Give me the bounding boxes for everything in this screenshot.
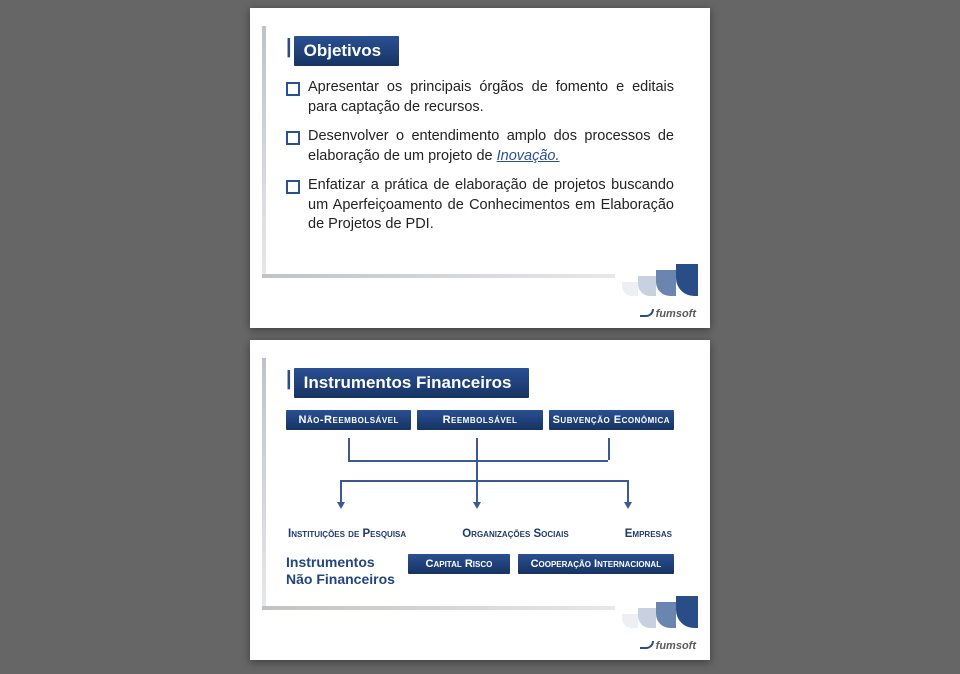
slide-title: Instrumentos Financeiros [294, 368, 530, 398]
category-row: Não-Reembolsável Reembolsável Subvenção … [286, 410, 674, 430]
logo: fumsoft [640, 307, 696, 320]
corner-decoration [610, 596, 698, 628]
footer-box-capital-risco: Capital Risco [408, 554, 510, 574]
org-organizacoes: Organizações Sociais [462, 528, 568, 540]
decoration-border-left [262, 26, 266, 278]
category-nao-reembolsavel: Não-Reembolsável [286, 410, 411, 430]
bullet-item: Desenvolver o entendimento amplo dos pro… [286, 127, 674, 166]
innovation-emphasis: Inovação. [497, 148, 560, 164]
footer-box-cooperacao: Cooperação Internacional [518, 554, 674, 574]
bullet-text: Apresentar os principais órgãos de fomen… [308, 79, 674, 115]
title-block: |Objetivos [286, 36, 674, 66]
slide-instrumentos: |Instrumentos Financeiros Não-Reembolsáv… [250, 340, 710, 660]
decoration-border-bottom [262, 274, 615, 278]
bullet-text: Enfatizar a prática de elaboração de pro… [308, 177, 674, 232]
bullet-list: Apresentar os principais órgãos de fomen… [286, 78, 674, 235]
org-row: Instituições de Pesquisa Organizações So… [286, 528, 674, 540]
title-block: |Instrumentos Financeiros [286, 368, 674, 398]
logo-swoosh-icon [640, 639, 653, 652]
title-pipe: | [286, 368, 292, 390]
logo-swoosh-icon [640, 307, 653, 320]
logo-text: fumsoft [656, 308, 696, 320]
bullet-item: Apresentar os principais órgãos de fomen… [286, 78, 674, 117]
bullet-text: Desenvolver o entendimento amplo dos pro… [308, 128, 674, 164]
bullet-item: Enfatizar a prática de elaboração de pro… [286, 176, 674, 235]
org-empresas: Empresas [625, 528, 672, 540]
org-instituicoes: Instituições de Pesquisa [288, 528, 406, 540]
corner-decoration [610, 264, 698, 296]
logo-text: fumsoft [656, 640, 696, 652]
decoration-border-bottom [262, 606, 615, 610]
slide-title: Objetivos [294, 36, 399, 66]
category-subvencao: Subvenção Econômica [549, 410, 674, 430]
decoration-border-left [262, 358, 266, 610]
slide-objetivos: |Objetivos Apresentar os principais órgã… [250, 8, 710, 328]
logo: fumsoft [640, 639, 696, 652]
footer-title-line1: Instrumentos [286, 554, 400, 571]
footer-title: Instrumentos Não Financeiros [286, 554, 400, 588]
title-pipe: | [286, 36, 292, 58]
footer-title-line2: Não Financeiros [286, 571, 400, 588]
flow-diagram [286, 438, 674, 518]
category-reembolsavel: Reembolsável [417, 410, 542, 430]
footer-row: Instrumentos Não Financeiros Capital Ris… [286, 554, 674, 588]
